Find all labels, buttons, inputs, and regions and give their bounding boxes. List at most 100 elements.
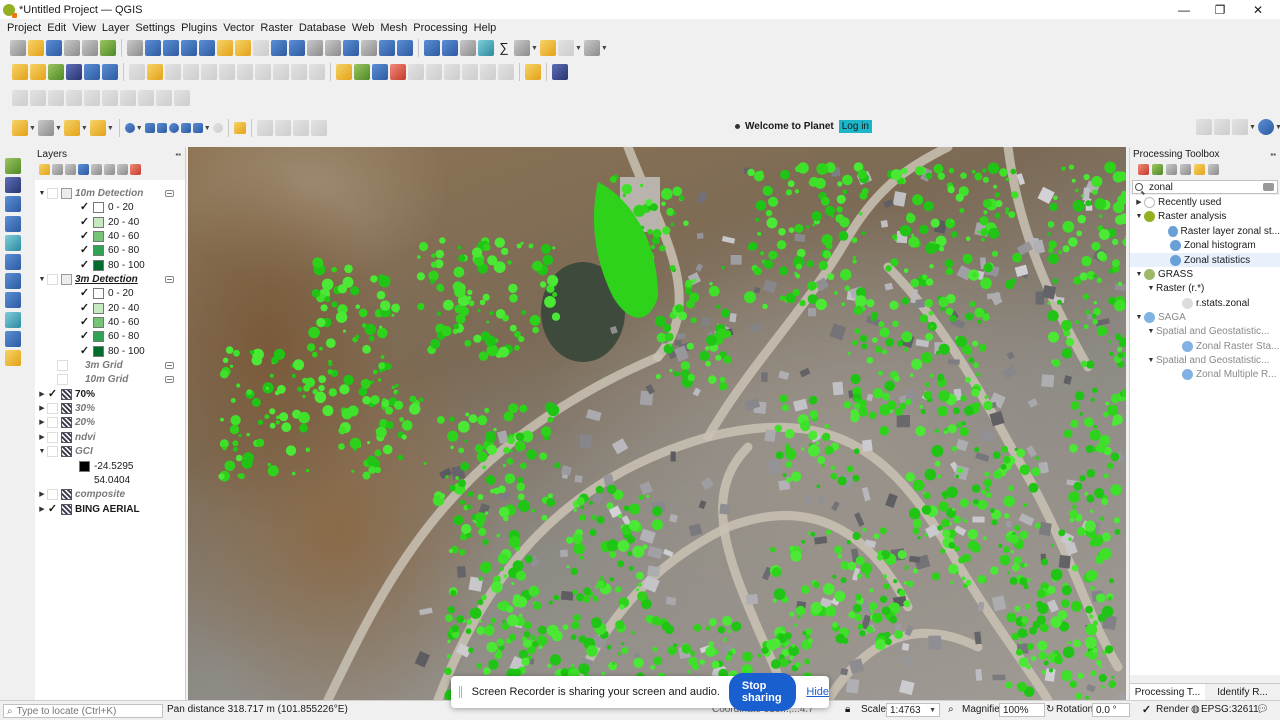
map-tips-icon[interactable] — [539, 40, 556, 56]
planet-explorer-icon[interactable] — [233, 122, 246, 134]
data-source-manager-icon[interactable] — [12, 64, 28, 80]
chevron-down-icon[interactable]: ▼ — [1146, 285, 1156, 292]
refresh-icon[interactable] — [397, 40, 413, 56]
new-layer-icon[interactable] — [5, 350, 21, 366]
reshape-icon[interactable] — [156, 90, 172, 106]
layer-tree-item[interactable]: ▶ ✓ 70% — [35, 387, 185, 401]
zoom-next-icon[interactable] — [289, 40, 305, 56]
menu-mesh[interactable]: Mesh — [377, 22, 410, 34]
toolbox-item[interactable]: Zonal Raster Sta... — [1130, 339, 1280, 353]
digitize-point-icon[interactable] — [124, 123, 135, 133]
toolbox-item[interactable]: ▼ Raster analysis — [1130, 209, 1280, 223]
processing-toolbox-icon[interactable] — [478, 40, 494, 56]
history-icon[interactable] — [1166, 163, 1177, 175]
add-part-icon[interactable] — [84, 90, 100, 106]
layer-visibility-checkbox[interactable]: ✓ — [79, 302, 90, 314]
chevron-down-icon[interactable]: ▼ — [37, 276, 47, 283]
chevron-down-icon[interactable]: ▼ — [37, 448, 47, 455]
undo-icon[interactable] — [291, 64, 307, 80]
add-vector-layer-icon[interactable] — [5, 158, 21, 174]
manage-visibility-icon[interactable] — [65, 163, 76, 175]
planet-tasking-icon[interactable] — [292, 120, 309, 136]
toolbox-item[interactable]: ▼ Raster (r.*) — [1130, 281, 1280, 295]
layer-visibility-checkbox[interactable] — [47, 187, 58, 199]
delete-part-icon[interactable] — [138, 90, 154, 106]
layer-visibility-checkbox[interactable]: ✓ — [79, 345, 90, 357]
layer-visibility-checkbox[interactable]: ✓ — [79, 259, 90, 271]
map-canvas[interactable] — [188, 147, 1126, 700]
annotation-icon[interactable] — [557, 40, 574, 56]
select-features-icon[interactable] — [12, 120, 28, 136]
advanced-digitize-icon[interactable] — [12, 90, 28, 106]
layer-visibility-checkbox[interactable] — [47, 431, 58, 443]
digitize-circle-icon[interactable] — [168, 123, 179, 133]
show-hide-labels-icon[interactable] — [462, 64, 478, 80]
menu-settings[interactable]: Settings — [132, 22, 178, 34]
new-geopackage-icon[interactable] — [30, 64, 46, 80]
toolbox-item[interactable]: Zonal Multiple R... — [1130, 367, 1280, 381]
remove-layer-icon[interactable] — [130, 163, 141, 175]
layer-visibility-checkbox[interactable] — [57, 373, 68, 385]
chevron-right-icon[interactable]: ▶ — [37, 433, 47, 441]
planet-status-icon[interactable] — [1214, 119, 1230, 135]
layer-filter-indicator-icon[interactable] — [165, 361, 174, 369]
chevron-down-icon[interactable]: ▼ — [1146, 328, 1156, 335]
change-label-icon[interactable] — [444, 64, 460, 80]
digitize-polygon-icon[interactable] — [156, 123, 167, 133]
layer-filter-indicator-icon[interactable] — [165, 375, 174, 383]
render-checkbox[interactable]: ✓ — [1141, 705, 1152, 716]
new-map-view-icon[interactable] — [307, 40, 323, 56]
toolbox-search-input[interactable]: zonal — [1132, 180, 1278, 194]
statistical-summary-icon[interactable]: ∑ — [496, 40, 512, 56]
label-properties-icon[interactable] — [480, 64, 496, 80]
toolbox-item[interactable]: Zonal histogram — [1130, 238, 1280, 252]
add-group-icon[interactable] — [52, 163, 63, 175]
menu-layer[interactable]: Layer — [99, 22, 133, 34]
zoom-selection-icon[interactable] — [217, 40, 233, 56]
layer-filter-indicator-icon[interactable] — [165, 189, 174, 197]
layer-tree-item[interactable]: ▶ composite — [35, 487, 185, 501]
toolbox-item[interactable]: ▼ Spatial and Geostatistic... — [1130, 353, 1280, 367]
chevron-down-icon[interactable]: ▼ — [1134, 314, 1144, 321]
layer-tree-item[interactable]: ✓ 80 - 100 — [35, 344, 185, 358]
layer-tree-item[interactable]: 3m Grid — [35, 358, 185, 372]
toolbox-item[interactable]: ▼ Spatial and Geostatistic... — [1130, 324, 1280, 338]
redo-icon[interactable] — [309, 64, 325, 80]
add-virtual-layer-icon[interactable] — [5, 254, 21, 270]
layer-tree-item[interactable]: ✓ 60 - 80 — [35, 243, 185, 257]
zoom-native-icon[interactable] — [253, 40, 269, 56]
rotate-label-icon[interactable] — [426, 64, 442, 80]
filter-expression-icon[interactable] — [91, 163, 102, 175]
toolbox-item[interactable]: Zonal statistics — [1130, 253, 1280, 267]
digitize-line-icon[interactable] — [144, 123, 155, 133]
chevron-right-icon[interactable]: ▶ — [37, 505, 47, 513]
simplify-feature-icon[interactable] — [48, 90, 64, 106]
new-3d-view-icon[interactable] — [325, 40, 341, 56]
add-wms-layer-icon[interactable] — [5, 273, 21, 289]
layer-visibility-checkbox[interactable]: ✓ — [79, 216, 90, 228]
toolbox-item[interactable]: r.stats.zonal — [1130, 296, 1280, 310]
temporal-controller-icon[interactable] — [379, 40, 395, 56]
pan-to-selection-icon[interactable] — [145, 40, 161, 56]
crs-icon[interactable]: ◍ — [1191, 704, 1200, 715]
layer-visibility-checkbox[interactable] — [47, 402, 58, 414]
add-delimited-text-icon[interactable] — [5, 216, 21, 232]
zoom-in-icon[interactable] — [163, 40, 179, 56]
layer-tree-item[interactable]: ✓ 40 - 60 — [35, 315, 185, 329]
stop-sharing-button[interactable]: Stop sharing — [728, 673, 797, 711]
panel-float-close-icon[interactable]: ▪▪ — [175, 150, 181, 159]
layer-tree-item[interactable]: ✓ 40 - 60 — [35, 229, 185, 243]
layer-visibility-checkbox[interactable]: ✓ — [47, 503, 58, 515]
chevron-right-icon[interactable]: ▶ — [37, 390, 47, 398]
tab-processing-toolbox[interactable]: Processing T... — [1130, 683, 1205, 700]
diagram-tool-icon[interactable] — [354, 64, 370, 80]
layer-visibility-checkbox[interactable] — [47, 488, 58, 500]
layer-visibility-checkbox[interactable] — [57, 359, 68, 371]
menu-edit[interactable]: Edit — [44, 22, 69, 34]
offset-curve-icon[interactable] — [174, 90, 190, 106]
toolbox-item[interactable]: ▼ SAGA — [1130, 310, 1280, 324]
toolbox-options-icon[interactable] — [1208, 163, 1219, 175]
layer-tree-item[interactable]: ▼ GCI — [35, 444, 185, 458]
collapse-all-icon[interactable] — [117, 163, 128, 175]
menu-database[interactable]: Database — [296, 22, 349, 34]
